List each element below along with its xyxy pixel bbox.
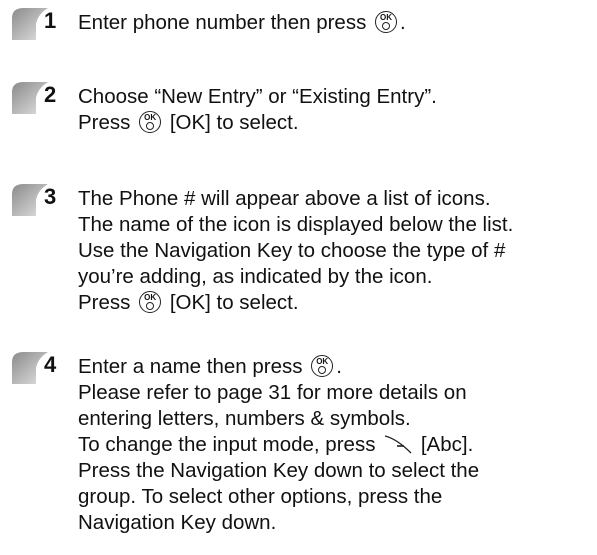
step-tab-shape [12,184,48,216]
ok-key-icon: OK [139,291,162,313]
step-number: 3 [44,184,57,209]
step-text: Enter a name then press OK. Please refer… [78,354,479,536]
step-text-part: . [336,355,342,378]
step-text: Choose “New Entry” or “Existing Entry”. … [78,84,437,136]
step-line: The name of the icon is displayed below … [78,213,514,236]
step-number: 2 [44,82,57,107]
step-line: The Phone # will appear above a list of … [78,187,491,210]
step-badge: 3 [8,180,68,216]
ok-key-label: OK [316,357,329,366]
step-text-part: Enter a name then press [78,355,303,378]
step-line: Navigation Key down. [78,511,277,534]
step-number: 1 [44,8,57,33]
step-text-part: To change the input mode, press [78,433,376,456]
ok-key-icon: OK [375,11,398,33]
step-text-part: Press [78,111,131,134]
step-line: Please refer to page 31 for more details… [78,381,467,404]
step-text-part: Enter phone number then press [78,11,367,34]
step-line: you’re adding, as indicated by the icon. [78,265,433,288]
step-line: entering letters, numbers & symbols. [78,407,411,430]
step-text-part: Press [78,291,131,314]
ok-key-label: OK [144,293,157,302]
right-soft-key-icon [384,435,412,454]
step-text-part: [OK] to select. [169,291,299,314]
ok-key-icon: OK [139,111,162,133]
step-line: group. To select other options, press th… [78,485,443,508]
step-tab-shape [12,82,48,114]
step-text: Enter phone number then press OK. [78,10,406,36]
step-badge: 1 [8,4,68,40]
step-number: 4 [44,352,57,377]
step-badge: 4 [8,348,68,384]
step-badge: 2 [8,78,68,114]
step-tab-shape [12,352,48,384]
ok-key-label: OK [144,113,157,122]
step-tab-shape [12,8,48,40]
step-line: Press the Navigation Key down to select … [78,459,480,482]
step-text-part: . [400,11,406,34]
step-text: The Phone # will appear above a list of … [78,186,513,316]
step-line: Choose “New Entry” or “Existing Entry”. [78,85,437,108]
step-text-part: [Abc]. [420,433,474,456]
ok-key-label: OK [380,13,393,22]
step-text-part: [OK] to select. [169,111,299,134]
ok-key-icon: OK [311,355,334,377]
step-line: Use the Navigation Key to choose the typ… [78,239,506,262]
